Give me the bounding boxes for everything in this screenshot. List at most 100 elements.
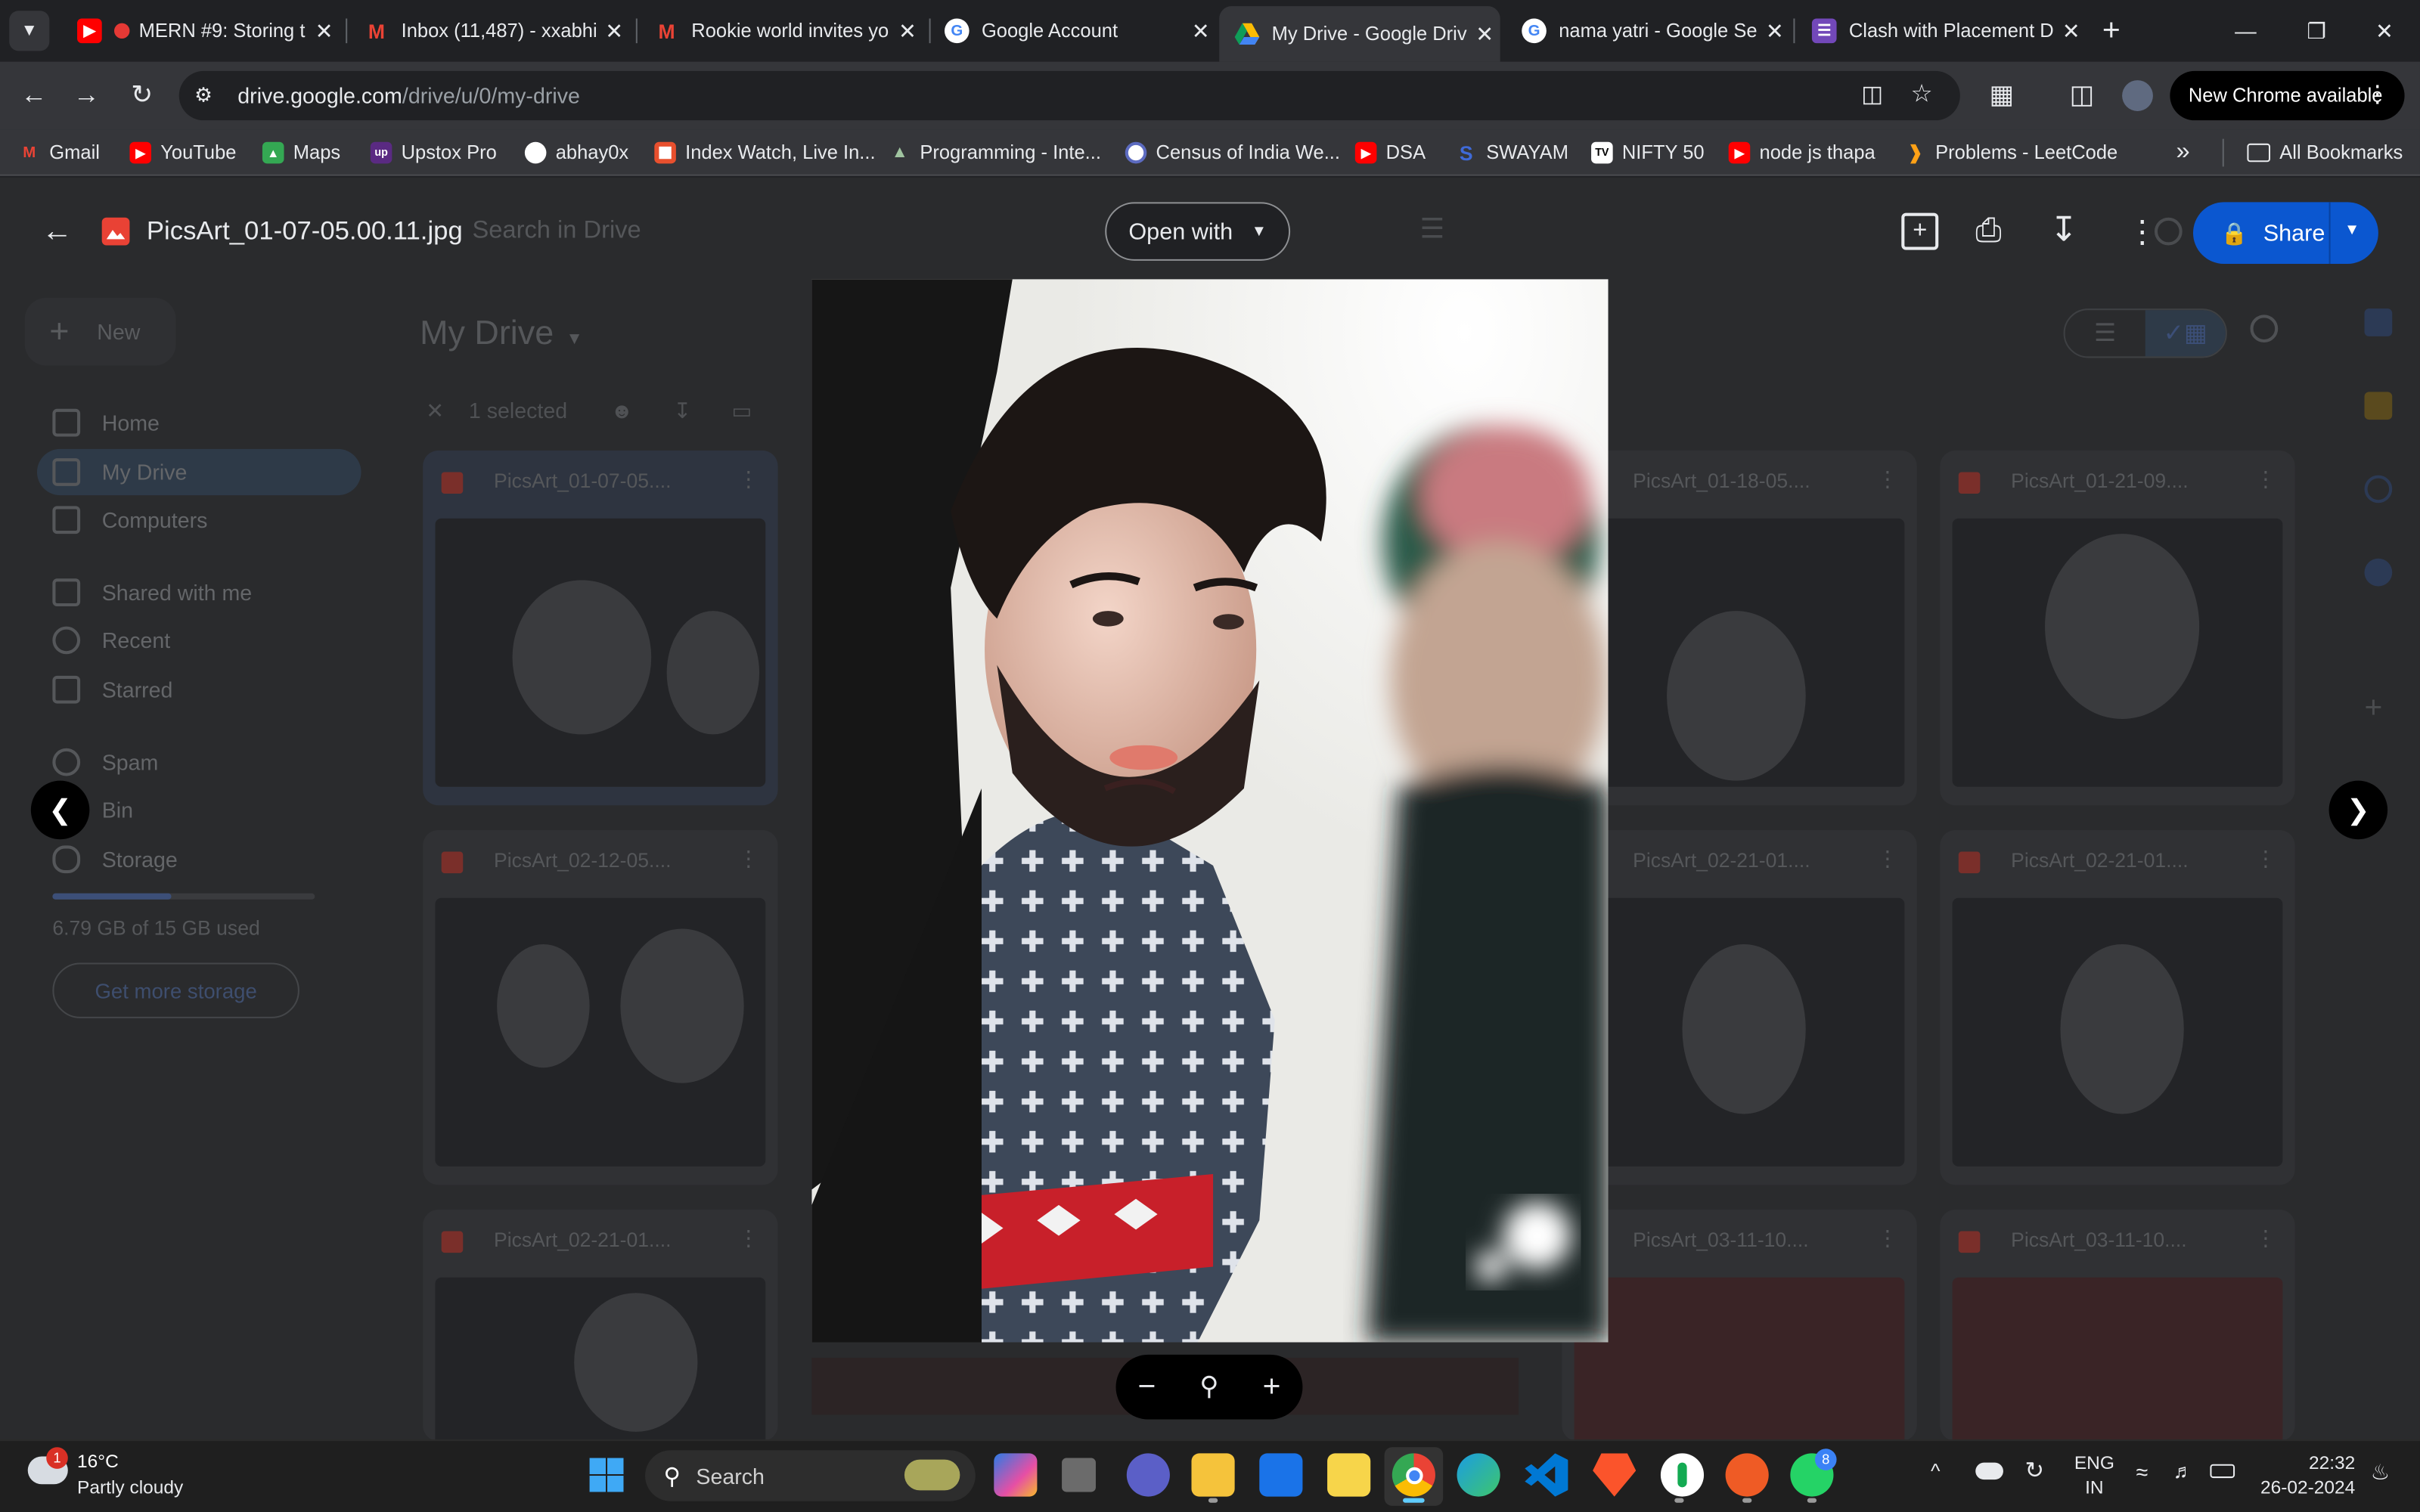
more-vert-icon: ⋮ bbox=[1876, 1225, 1899, 1250]
back-button[interactable]: ← bbox=[15, 77, 52, 114]
onedrive-icon[interactable] bbox=[1975, 1462, 2003, 1480]
bookmark-dsa[interactable]: ▶ DSA bbox=[1354, 139, 1426, 167]
zoom-reset-icon[interactable]: ⚲ bbox=[1199, 1371, 1218, 1402]
tab-google-account[interactable]: G Google Account ✕ bbox=[929, 9, 1217, 52]
close-icon[interactable]: ✕ bbox=[1760, 17, 1791, 44]
clock[interactable]: 22:32 26-02-2024 bbox=[2254, 1452, 2355, 1498]
sticky-notes-icon[interactable] bbox=[1327, 1453, 1371, 1497]
copilot-icon[interactable] bbox=[994, 1453, 1038, 1497]
reload-button[interactable]: ↻ bbox=[123, 77, 160, 114]
chrome-icon[interactable] bbox=[1392, 1453, 1435, 1497]
add-comment-button[interactable]: + bbox=[1901, 212, 1939, 250]
more-bookmarks-button[interactable]: » bbox=[2176, 139, 2190, 167]
close-icon[interactable]: ✕ bbox=[2055, 17, 2086, 44]
print-button[interactable]: ⎙ bbox=[1975, 213, 2001, 250]
more-vert-icon: ⋮ bbox=[737, 845, 760, 871]
download-icon: ↧ bbox=[673, 397, 692, 423]
restore-button[interactable]: ❐ bbox=[2281, 0, 2352, 62]
tab-rookie-world[interactable]: M Rookie world invites yo ✕ bbox=[639, 9, 923, 52]
file-name: PicsArt_02-21-01.... bbox=[2011, 848, 2189, 872]
wifi-icon[interactable]: ≈ bbox=[2136, 1460, 2148, 1485]
bookmark-star-icon[interactable]: ☆ bbox=[1911, 79, 1933, 110]
side-panel-icon[interactable]: ◫ bbox=[2064, 77, 2101, 114]
notification-bell-icon[interactable]: ♨ bbox=[2371, 1460, 2391, 1486]
tab-search-button[interactable]: ▼ bbox=[9, 11, 50, 51]
site-info-icon[interactable]: ⚙ bbox=[194, 83, 213, 108]
more-actions-button[interactable]: ⋮ bbox=[2127, 213, 2158, 252]
bookmark-nifty[interactable]: TV NIFTY 50 bbox=[1591, 139, 1705, 167]
zoom-out-button[interactable]: − bbox=[1137, 1369, 1156, 1405]
new-chrome-available-button[interactable]: New Chrome available ⋮ bbox=[2170, 70, 2405, 121]
postman-icon[interactable] bbox=[1725, 1453, 1769, 1497]
more-vert-icon[interactable]: ⋮ bbox=[2366, 80, 2390, 108]
running-indicator bbox=[1674, 1498, 1684, 1503]
bookmark-index-watch[interactable]: Index Watch, Live In... bbox=[654, 139, 876, 167]
file-card: PicsArt_03-11-10.... ⋮ bbox=[1940, 1209, 2295, 1512]
share-person-icon: ☻ bbox=[610, 398, 634, 423]
mail-icon[interactable] bbox=[1259, 1453, 1303, 1497]
tab-title: Inbox (11,487) - xxabhi bbox=[401, 20, 597, 42]
caret-down-icon[interactable]: ▼ bbox=[2344, 222, 2360, 239]
all-bookmarks-button[interactable]: All Bookmarks bbox=[2247, 139, 2403, 167]
share-button[interactable]: 🔒 Share ▼ bbox=[2192, 202, 2378, 264]
tab-clash-placement[interactable]: ☰ Clash with Placement D ✕ bbox=[1796, 9, 2086, 52]
zoom-in-button[interactable]: + bbox=[1263, 1369, 1281, 1405]
previous-image-button[interactable]: ❮ bbox=[30, 780, 90, 840]
new-tab-button[interactable]: + bbox=[2093, 12, 2130, 49]
start-button[interactable] bbox=[588, 1457, 625, 1494]
tab-nama-yatri[interactable]: G nama yatri - Google Se ✕ bbox=[1506, 9, 1791, 52]
image-file-icon bbox=[1958, 1231, 1981, 1253]
task-view-icon[interactable] bbox=[1062, 1458, 1096, 1492]
bookmark-programming[interactable]: ▲ Programming - Inte... bbox=[889, 139, 1101, 167]
close-icon[interactable]: ✕ bbox=[599, 17, 630, 44]
taskbar-search[interactable]: ⚲ Search bbox=[645, 1450, 976, 1501]
file-explorer-icon[interactable] bbox=[1191, 1453, 1235, 1497]
show-hidden-icons-button[interactable]: ^ bbox=[1931, 1460, 1940, 1483]
bookmark-label: node js thapa bbox=[1759, 141, 1876, 164]
forward-button[interactable]: → bbox=[68, 77, 105, 114]
download-button[interactable]: ↧ bbox=[2049, 210, 2078, 250]
install-app-icon[interactable]: ◫ bbox=[1861, 80, 1883, 108]
sync-icon[interactable]: ↻ bbox=[2025, 1457, 2045, 1485]
bookmark-label: YouTube bbox=[160, 141, 237, 164]
tab-inbox[interactable]: M Inbox (11,487) - xxabhi ✕ bbox=[349, 9, 629, 52]
bookmark-swayam[interactable]: S SWAYAM bbox=[1455, 139, 1568, 167]
next-image-button[interactable]: ❯ bbox=[2328, 780, 2388, 840]
tab-mern[interactable]: ▶ MERN #9: Storing t ✕ bbox=[62, 9, 340, 52]
share-dropdown-divider bbox=[2328, 202, 2331, 264]
close-icon[interactable]: ✕ bbox=[892, 17, 923, 44]
viewer-back-button[interactable]: ← bbox=[37, 212, 77, 252]
close-icon[interactable]: ✕ bbox=[309, 17, 340, 44]
close-icon[interactable]: ✕ bbox=[1185, 17, 1216, 44]
bookmark-gmail[interactable]: M Gmail bbox=[18, 139, 100, 167]
edge-icon[interactable] bbox=[1457, 1453, 1500, 1497]
close-icon[interactable]: ✕ bbox=[1469, 21, 1500, 48]
mongodb-compass-icon[interactable] bbox=[1660, 1453, 1705, 1497]
profile-avatar[interactable] bbox=[2122, 80, 2153, 111]
bookmark-maps[interactable]: ▲ Maps bbox=[262, 139, 340, 167]
gmail-icon: M bbox=[368, 19, 386, 43]
bookmark-leetcode[interactable]: ❱ Problems - LeetCode bbox=[1904, 139, 2118, 167]
bookmark-census[interactable]: Census of India We... bbox=[1125, 139, 1340, 167]
bookmark-youtube[interactable]: ▶ YouTube bbox=[129, 139, 236, 167]
home-icon bbox=[52, 408, 81, 437]
weather-widget[interactable]: 1 16°C Partly cloudy bbox=[25, 1447, 241, 1502]
photo-preview[interactable] bbox=[811, 279, 1609, 1343]
close-window-button[interactable]: ✕ bbox=[2349, 0, 2420, 62]
bookmark-upstox[interactable]: up Upstox Pro bbox=[370, 139, 497, 167]
url-path: /drive/u/0/my-drive bbox=[402, 83, 580, 108]
bookmark-label: SWAYAM bbox=[1486, 141, 1568, 164]
recording-dot-icon bbox=[114, 23, 130, 39]
address-bar[interactable]: ⚙ drive.google.com/drive/u/0/my-drive ◫ … bbox=[178, 70, 1960, 121]
bookmark-node-js[interactable]: ▶ node js thapa bbox=[1728, 139, 1876, 167]
extensions-icon[interactable]: ▦ bbox=[1983, 77, 2020, 114]
teams-meet-icon[interactable] bbox=[1126, 1453, 1170, 1497]
open-with-button[interactable]: Open with ▼ bbox=[1105, 202, 1291, 261]
volume-muted-icon[interactable]: ♬ bbox=[2173, 1460, 2193, 1483]
bookmark-github[interactable]: abhay0x bbox=[524, 139, 628, 167]
tab-my-drive[interactable]: My Drive - Google Driv ✕ bbox=[1219, 6, 1500, 62]
battery-icon[interactable] bbox=[2210, 1464, 2235, 1479]
language-indicator[interactable]: ENG IN bbox=[2074, 1452, 2114, 1498]
minimize-button[interactable]: — bbox=[2210, 0, 2281, 62]
file-card: PicsArt_02-21-01.... ⋮ bbox=[423, 1209, 778, 1512]
